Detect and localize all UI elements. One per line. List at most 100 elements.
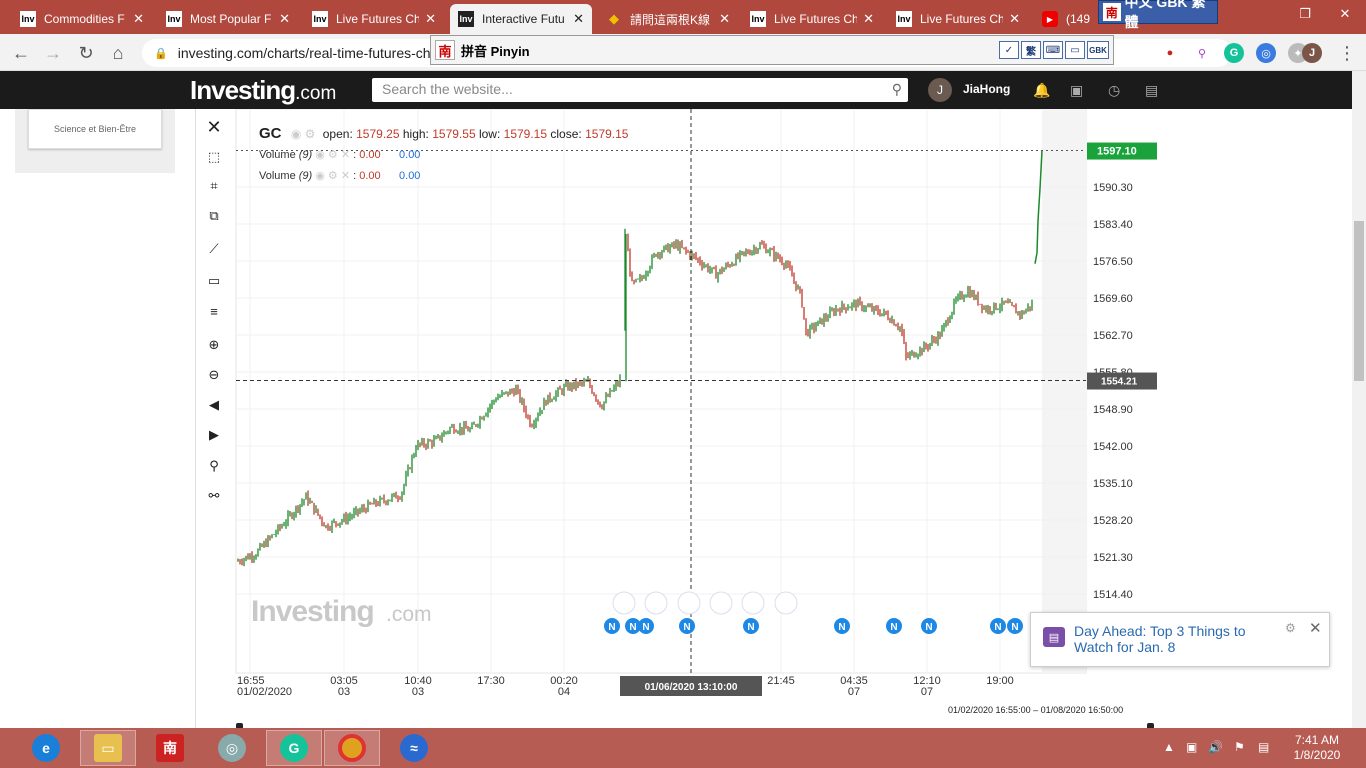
user-name[interactable]: JiaHong: [963, 82, 1010, 96]
tab-label: Most Popular F: [190, 12, 272, 26]
ime-traditional-button[interactable]: 繁: [1021, 41, 1041, 59]
tray-device-icon[interactable]: ▣: [1186, 740, 1197, 754]
folder-icon: ▭: [94, 734, 122, 762]
flag-icon[interactable]: ⚑: [1234, 740, 1245, 754]
extension-search-icon[interactable]: ⚲: [1192, 43, 1212, 63]
volume-controls-icon[interactable]: ◉ ⚙ ✕: [315, 170, 350, 182]
ime-check-button[interactable]: ✓: [999, 41, 1019, 59]
ime-window-button[interactable]: ▭: [1065, 41, 1085, 59]
volume-icon[interactable]: 🔊: [1208, 740, 1223, 754]
y-tick-label: 1583.40: [1093, 219, 1133, 231]
news-marker-label: N: [683, 622, 690, 633]
chart-watermark: Investing: [251, 595, 374, 628]
close-tab-icon[interactable]: ✕: [573, 11, 584, 27]
grammarly-taskbar-button[interactable]: G: [266, 730, 322, 766]
tab-live-futures-1[interactable]: Inv Live Futures Ch ✕: [304, 4, 444, 34]
y-tick-label: 1521.30: [1093, 552, 1133, 564]
bell-icon[interactable]: 🔔: [1033, 82, 1050, 99]
chart-nav-button: [709, 591, 733, 615]
site-search-input[interactable]: Search the website... ⚲: [372, 78, 908, 102]
tray-expand-icon[interactable]: ▲: [1163, 740, 1175, 754]
news-marker-label: N: [642, 622, 649, 633]
chart-symbol: GC: [259, 125, 282, 142]
restore-window-icon[interactable]: ❐: [1290, 0, 1320, 28]
network-icon[interactable]: ▤: [1258, 740, 1269, 754]
chrome-gray-icon: ◎: [218, 734, 246, 762]
gear-icon[interactable]: ⚙: [1285, 621, 1296, 635]
search-icon[interactable]: ⚲: [892, 81, 902, 98]
grammarly-icon[interactable]: G: [1224, 43, 1244, 63]
forward-arrow-icon[interactable]: →: [42, 42, 64, 64]
extension-lens-icon[interactable]: ◎: [1256, 43, 1276, 63]
page-scrollbar[interactable]: [1352, 71, 1366, 728]
ime-gbk-button[interactable]: GBK: [1087, 41, 1109, 59]
ime-app-icon: 南: [156, 734, 184, 762]
volume-label: Volume: [259, 149, 296, 161]
future-region: [1042, 109, 1086, 673]
home-icon[interactable]: ⌂: [107, 42, 129, 64]
tab-interactive-futures[interactable]: Inv Interactive Futu ✕: [450, 4, 592, 34]
ime-nan-icon: 南: [1103, 3, 1121, 21]
back-arrow-icon[interactable]: ←: [10, 42, 32, 64]
user-avatar[interactable]: J: [928, 78, 952, 102]
web-page: Investing.com Search the website... ⚲ J …: [0, 71, 1366, 728]
low-value: 1579.15: [503, 127, 548, 141]
tab-most-popular[interactable]: Inv Most Popular F ✕: [158, 4, 298, 34]
high-label: high:: [402, 127, 429, 141]
scrollbar-thumb[interactable]: [1354, 221, 1364, 381]
diamond-favicon-icon: ◆: [609, 11, 619, 26]
ime-keyboard-button[interactable]: ⌨: [1043, 41, 1063, 59]
app-taskbar-button[interactable]: ≈: [386, 730, 442, 766]
ie-icon: e: [32, 734, 60, 762]
investing-logo[interactable]: Investing.com: [190, 75, 336, 106]
tab-label: (149): [1066, 12, 1090, 26]
ie-taskbar-button[interactable]: e: [18, 730, 74, 766]
x-tick-date: 07: [848, 686, 860, 698]
close-tab-icon[interactable]: ✕: [1009, 11, 1020, 27]
investing-favicon-icon: Inv: [166, 11, 182, 27]
close-tab-icon[interactable]: ✕: [719, 11, 730, 27]
clock-time: 7:41 AM: [1294, 733, 1340, 747]
news-marker-label: N: [838, 622, 845, 633]
tab-youtube[interactable]: ▶ (149): [1034, 4, 1098, 34]
volume-value-1: 0.00: [359, 170, 381, 182]
tab-label: Live Futures Ch: [774, 12, 858, 26]
news-marker-label: N: [629, 622, 636, 633]
reload-icon[interactable]: ↻: [75, 42, 97, 64]
clock-icon[interactable]: ◷: [1108, 82, 1120, 99]
close-tab-icon[interactable]: ✕: [133, 11, 144, 27]
price-chart[interactable]: 1590.301583.401576.501569.601562.701555.…: [196, 109, 1158, 728]
extension-pin-icon[interactable]: ●: [1160, 43, 1180, 63]
x-tick-date: 07: [921, 686, 933, 698]
investing-favicon-icon: Inv: [20, 11, 36, 27]
open-value: 1579.25: [356, 127, 400, 141]
close-tab-icon[interactable]: ✕: [863, 11, 874, 27]
tab-commodities[interactable]: Inv Commodities F ✕: [12, 4, 152, 34]
briefcase-icon[interactable]: ▣: [1070, 82, 1083, 99]
news-marker-label: N: [608, 622, 615, 633]
y-tick-label: 1576.50: [1093, 256, 1133, 268]
sidebar-card-item[interactable]: Science et Bien-Être: [28, 109, 162, 149]
profile-avatar[interactable]: J: [1302, 43, 1322, 63]
ime-status-bar[interactable]: 南 中文 GBK 繁體: [1098, 0, 1218, 30]
close-icon[interactable]: ✕: [1309, 619, 1322, 637]
ime-pinyin-bar[interactable]: 南 拼音 Pinyin ✓ 繁 ⌨ ▭ GBK: [430, 35, 1114, 65]
explorer-taskbar-button[interactable]: ▭: [80, 730, 136, 766]
legend-eye-icon[interactable]: ◉ ⚙: [291, 127, 316, 141]
chrome-alt-taskbar-button[interactable]: ◎: [204, 730, 260, 766]
us-flag-icon[interactable]: ▤: [1145, 82, 1158, 99]
taskbar-clock[interactable]: 7:41 AM 1/8/2020: [1284, 733, 1350, 763]
tab-live-futures-3[interactable]: Inv Live Futures Ch ✕: [888, 4, 1028, 34]
menu-kebab-icon[interactable]: ⋮: [1336, 42, 1358, 64]
tab-live-futures-2[interactable]: Inv Live Futures Ch ✕: [742, 4, 882, 34]
close-window-icon[interactable]: ✕: [1330, 0, 1360, 28]
ime-taskbar-button[interactable]: 南: [142, 730, 198, 766]
y-tick-label: 1590.30: [1093, 182, 1133, 194]
volume-controls-icon[interactable]: ◉ ⚙ ✕: [315, 149, 350, 161]
chrome-taskbar-button[interactable]: [324, 730, 380, 766]
toast-title[interactable]: Day Ahead: Top 3 Things to Watch for Jan…: [1074, 623, 1284, 655]
tab-question[interactable]: ◆ 請問這兩根K線 ✕: [598, 4, 738, 34]
news-toast[interactable]: ▤ Day Ahead: Top 3 Things to Watch for J…: [1030, 612, 1330, 667]
close-tab-icon[interactable]: ✕: [279, 11, 290, 27]
close-tab-icon[interactable]: ✕: [425, 11, 436, 27]
